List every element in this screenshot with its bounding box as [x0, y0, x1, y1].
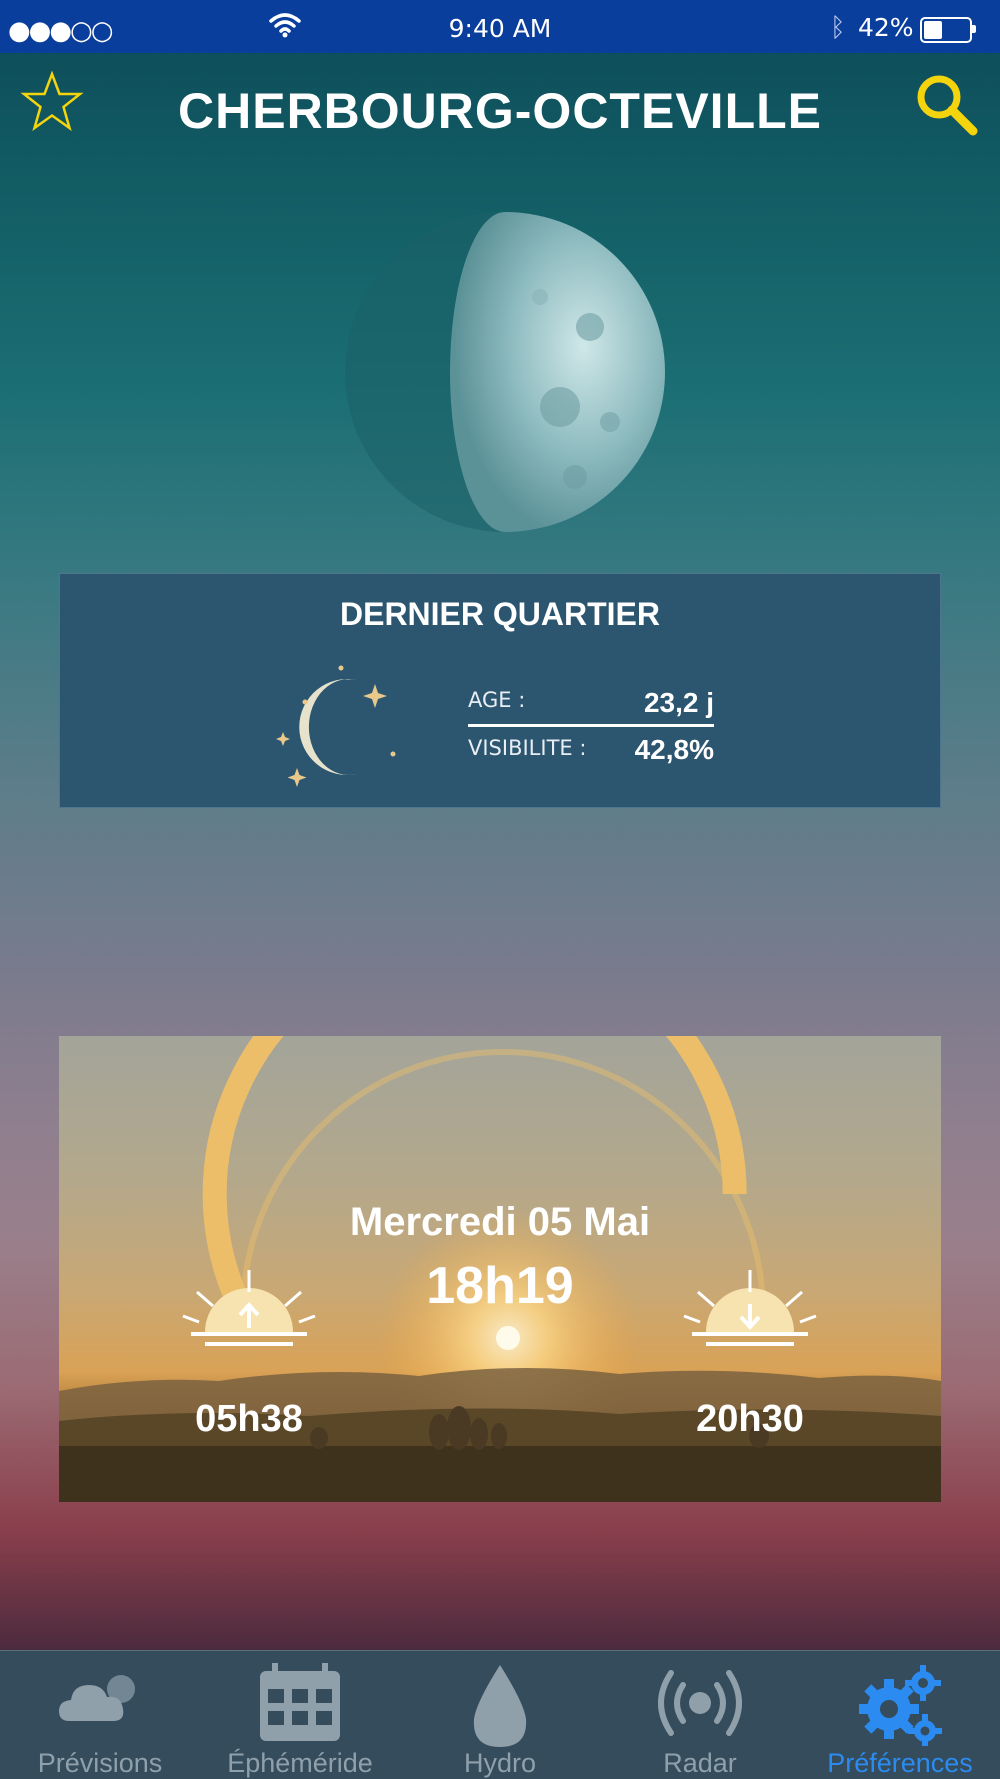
moon-icon	[345, 212, 665, 532]
sunrise-time: 05h38	[195, 1398, 303, 1440]
sun-disc	[496, 1326, 520, 1350]
search-icon[interactable]	[915, 73, 979, 137]
tab-label: Éphéméride	[227, 1748, 373, 1778]
calendar-icon	[260, 1663, 340, 1741]
battery-icon	[920, 17, 972, 43]
tab-radar[interactable]: Radar	[600, 1651, 800, 1779]
tab-label: Radar	[663, 1748, 737, 1778]
age-value: 23,2 j	[643, 687, 714, 718]
gears-icon	[859, 1665, 942, 1746]
age-label: AGE :	[468, 688, 526, 712]
bluetooth-icon: ᛒ	[830, 13, 846, 43]
crescent-moon-icon	[276, 665, 396, 787]
battery-percent: 42%	[858, 13, 914, 42]
drop-icon	[473, 1665, 527, 1747]
tab-label: Prévisions	[37, 1748, 163, 1778]
current-time: 18h19	[426, 1257, 574, 1315]
tab-label: Préférences	[827, 1748, 973, 1778]
sunset-time: 20h30	[696, 1398, 804, 1440]
sun-date: Mercredi 05 Mai	[349, 1200, 651, 1244]
tab-hydro[interactable]: Hydro	[400, 1651, 600, 1779]
clock: 9:40 AM	[448, 14, 552, 43]
tab-previsions[interactable]: Prévisions	[0, 1651, 200, 1779]
sun-card: Mercredi 05 Mai 18h19 05h38 20h30	[59, 1036, 941, 1502]
visibility-value: 42,8%	[634, 734, 714, 765]
moon-phase-title: DERNIER QUARTIER	[339, 596, 660, 632]
battery-nub	[972, 25, 976, 33]
tab-ephemeride[interactable]: Éphéméride	[200, 1651, 400, 1779]
cloud-icon	[59, 1675, 135, 1721]
moon-phase-card: DERNIER QUARTIER AGE : 23,2 j VISIBILITE…	[59, 573, 941, 808]
tab-bar: Prévisions Éphéméride Hydro Radar Préfér…	[0, 1650, 1000, 1779]
tab-preferences[interactable]: Préférences	[800, 1651, 1000, 1779]
battery-fill	[924, 21, 942, 39]
tab-label: Hydro	[463, 1748, 537, 1778]
status-bar: ●●●○○ 9:40 AM ᛒ 42%	[0, 0, 1000, 53]
radar-icon	[658, 1670, 742, 1736]
stat-divider	[468, 724, 714, 727]
city-title: CHERBOURG-OCTEVILLE	[178, 83, 822, 139]
field	[59, 1446, 941, 1502]
